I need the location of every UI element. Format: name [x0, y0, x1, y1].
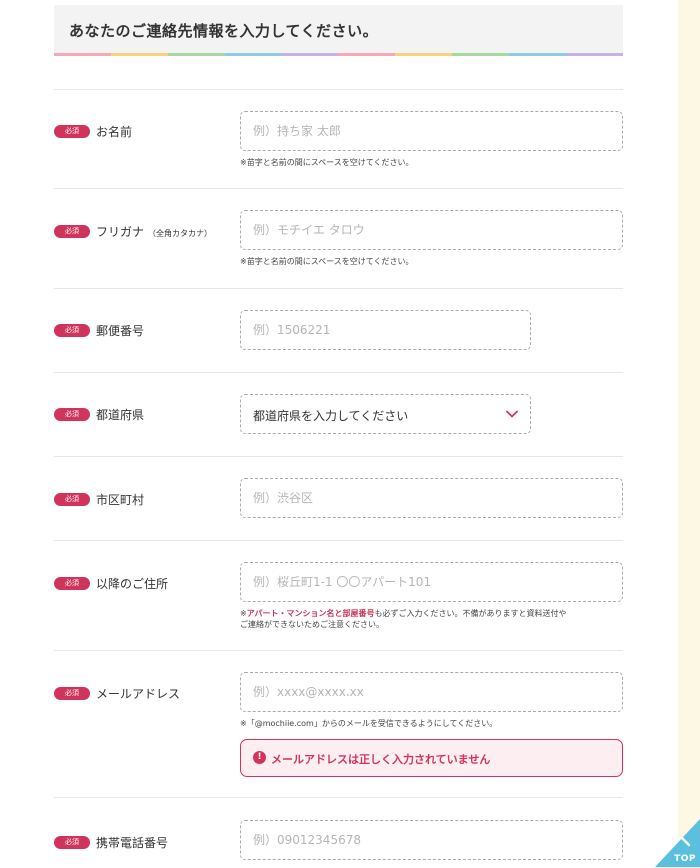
furigana-note: ※苗字と名前の間にスペースを空けてください。 [240, 257, 414, 266]
rainbow-segment [452, 53, 510, 56]
postal-input-box[interactable] [240, 310, 531, 350]
field-label-mobile: 携帯電話番号 [96, 836, 169, 850]
form-row-postal: 必須 郵便番号 [54, 288, 623, 373]
field-label-furigana: フリガナ （全角カタカナ） [96, 223, 212, 240]
city-input-box[interactable] [240, 478, 623, 518]
rainbow-divider [54, 53, 624, 56]
scroll-to-top-button[interactable]: TOP [655, 819, 700, 867]
email-error-message: ! メールアドレスは正しく入力されていません [240, 739, 623, 777]
required-badge: 必須 [54, 577, 90, 590]
rainbow-segment [281, 53, 339, 56]
exclamation-icon: ! [253, 751, 266, 764]
prefecture-select[interactable]: 都道府県を入力してください [240, 394, 531, 434]
top-button-label: TOP [674, 854, 696, 864]
rainbow-segment [338, 53, 396, 56]
furigana-input[interactable] [241, 211, 622, 249]
form-row-furigana: 必須 フリガナ（全角カタカナ） ※苗字と名前の間にスペースを空けてください。 [54, 188, 623, 289]
rainbow-segment [110, 53, 168, 56]
form-row-name: 必須 お名前 ※苗字と名前の間にスペースを空けてください。 [54, 89, 623, 189]
prefecture-selected-value: 都道府県を入力してください [253, 409, 409, 423]
chevron-up-icon [671, 835, 691, 847]
field-label-address: 以降のご住所 [96, 577, 169, 591]
address-note-emphasis: アパート・マンション名と部屋番号 [246, 609, 375, 618]
required-badge: 必須 [54, 324, 90, 337]
section-header: あなたのご連絡先情報を入力してください。 [54, 5, 623, 53]
address-note: ※アパート・マンション名と部屋番号も必ずご入力ください。不備がありますと資料送付… [240, 608, 624, 630]
address-note-prefix: ※ [240, 609, 247, 618]
address-note-suffix: も必ずご入力ください。不備がありますと資料送付や [374, 609, 567, 618]
rainbow-segment [395, 53, 453, 56]
form-row-city: 必須 市区町村 [54, 456, 623, 541]
name-note: ※苗字と名前の間にスペースを空けてください。 [240, 158, 414, 167]
required-badge: 必須 [54, 408, 90, 421]
required-badge: 必須 [54, 836, 90, 849]
field-label-city: 市区町村 [96, 493, 145, 507]
page-title: あなたのご連絡先情報を入力してください。 [69, 22, 379, 40]
form-row-address: 必須 以降のご住所 ※アパート・マンション名と部屋番号も必ずご入力ください。不備… [54, 540, 623, 651]
address-input-box[interactable] [240, 562, 623, 602]
email-error-text: メールアドレスは正しく入力されていません [271, 753, 491, 766]
required-badge: 必須 [54, 493, 90, 506]
field-label-email: メールアドレス [96, 687, 181, 701]
furigana-label-text: フリガナ [96, 225, 145, 239]
form-row-prefecture: 必須 都道府県 都道府県を入力してください [54, 372, 623, 457]
postal-input[interactable] [241, 311, 530, 349]
name-input[interactable] [241, 112, 622, 150]
required-badge: 必須 [54, 125, 90, 138]
city-input[interactable] [241, 479, 622, 517]
rainbow-segment [566, 53, 624, 56]
furigana-input-box[interactable] [240, 210, 623, 250]
email-input[interactable] [241, 673, 622, 711]
address-note-line2: ご連絡ができないためご注意ください。 [240, 620, 384, 629]
mobile-input-box[interactable] [240, 820, 623, 860]
field-label-name: お名前 [96, 125, 133, 139]
rainbow-segment [54, 53, 111, 56]
required-badge: 必須 [54, 687, 90, 700]
form-row-email: 必須 メールアドレス ※「@mochiie.com」からのメールを受信できるよう… [54, 650, 623, 798]
side-strip [678, 0, 700, 867]
email-note: ※「@mochiie.com」からのメールを受信できるようにしてください。 [240, 719, 498, 728]
rainbow-segment [167, 53, 225, 56]
required-badge: 必須 [54, 225, 90, 238]
name-input-box[interactable] [240, 111, 623, 151]
rainbow-segment [509, 53, 567, 56]
field-label-postal: 郵便番号 [96, 324, 145, 338]
address-input[interactable] [241, 563, 622, 601]
mobile-input[interactable] [241, 821, 622, 859]
form-row-mobile: 必須 携帯電話番号 [54, 797, 623, 868]
email-input-box[interactable] [240, 672, 623, 712]
chevron-down-icon [506, 410, 518, 418]
field-label-prefecture: 都道府県 [96, 408, 145, 422]
furigana-sublabel: （全角カタカナ） [148, 229, 213, 238]
rainbow-segment [224, 53, 282, 56]
